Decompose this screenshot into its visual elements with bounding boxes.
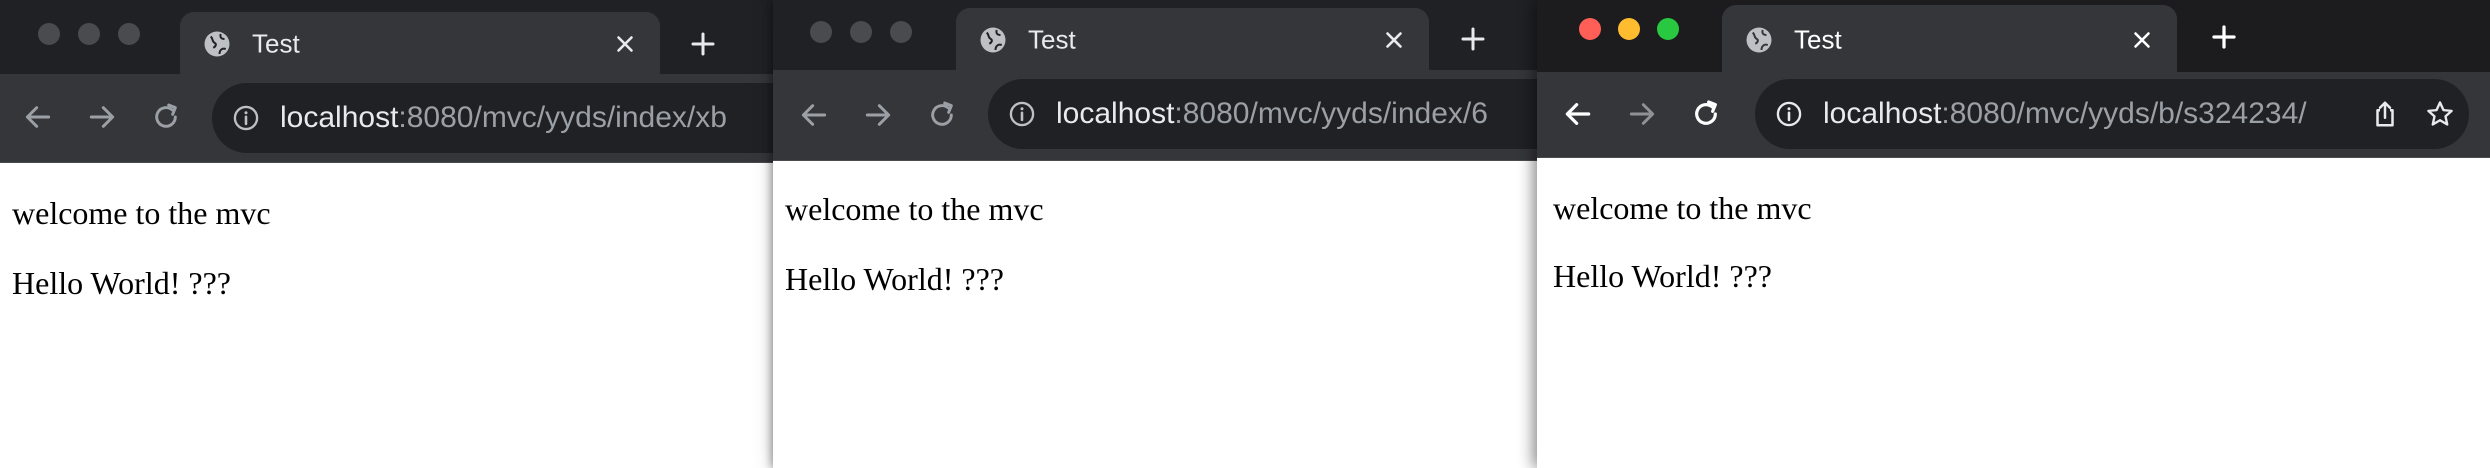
reload-icon[interactable] [150, 101, 182, 133]
title-bar: Test [773, 0, 1543, 74]
url-text: localhost:8080/mvc/yyds/b/s324234/ [1823, 97, 2307, 131]
zoom-window-button[interactable] [1657, 18, 1679, 40]
plus-icon[interactable] [1458, 24, 1488, 54]
url-path: :8080/mvc/yyds/index/6 [1174, 97, 1488, 130]
hello-text: Hello World! ??? [785, 261, 1004, 297]
close-window-button[interactable] [810, 21, 832, 43]
title-bar: Test [0, 0, 780, 76]
url-path: :8080/mvc/yyds/index/xb [398, 101, 727, 134]
welcome-text: welcome to the mvc [785, 191, 1044, 227]
plus-icon[interactable] [688, 29, 718, 59]
info-icon[interactable] [1008, 100, 1036, 128]
back-arrow-icon[interactable] [798, 99, 830, 131]
window-controls [1579, 18, 1679, 40]
toolbar: localhost:8080/mvc/yyds/index/xb [0, 74, 780, 163]
forward-arrow-icon[interactable] [86, 101, 118, 133]
forward-arrow-icon[interactable] [862, 99, 894, 131]
tab-title: Test [1794, 24, 1842, 55]
browser-tab[interactable]: Test [956, 8, 1429, 72]
url-host: localhost [1056, 97, 1175, 130]
url-text: localhost:8080/mvc/yyds/index/xb [280, 101, 727, 135]
browser-window-1: Test localhost:8080/mvc/yyds/index/xb we… [0, 0, 780, 468]
hello-text: Hello World! ??? [1553, 258, 1772, 294]
title-bar: Test [1537, 0, 2490, 75]
zoom-window-button[interactable] [890, 21, 912, 43]
hello-text: Hello World! ??? [12, 265, 231, 301]
globe-icon [204, 31, 230, 57]
address-bar[interactable]: localhost:8080/mvc/yyds/index/xb [212, 83, 780, 153]
window-controls [810, 21, 912, 43]
browser-tab[interactable]: Test [180, 12, 660, 76]
back-arrow-icon[interactable] [1562, 98, 1594, 130]
info-icon[interactable] [1775, 100, 1803, 128]
globe-icon [1746, 27, 1772, 53]
tab-title: Test [252, 28, 300, 59]
forward-arrow-icon[interactable] [1626, 98, 1658, 130]
minimize-window-button[interactable] [850, 21, 872, 43]
close-window-button[interactable] [1579, 18, 1601, 40]
address-bar[interactable]: localhost:8080/mvc/yyds/b/s324234/ [1755, 79, 2469, 149]
url-path: :8080/mvc/yyds/b/s324234/ [1941, 97, 2307, 130]
reload-icon[interactable] [926, 99, 958, 131]
info-icon[interactable] [232, 104, 260, 132]
window-controls [38, 23, 140, 45]
url-host: localhost [280, 101, 399, 134]
browser-tab[interactable]: Test [1722, 5, 2177, 75]
welcome-text: welcome to the mvc [1553, 190, 1812, 226]
address-bar[interactable]: localhost:8080/mvc/yyds/index/6 [988, 79, 1543, 149]
plus-icon[interactable] [2209, 22, 2239, 52]
zoom-window-button[interactable] [118, 23, 140, 45]
browser-window-2: Test localhost:8080/mvc/yyds/index/6 wel… [773, 0, 1543, 468]
toolbar: localhost:8080/mvc/yyds/index/6 [773, 70, 1543, 161]
close-icon[interactable] [1381, 27, 1407, 53]
reload-icon[interactable] [1690, 98, 1722, 130]
star-icon[interactable] [2425, 99, 2455, 129]
close-icon[interactable] [2129, 27, 2155, 53]
share-icon[interactable] [2370, 99, 2400, 129]
url-host: localhost [1823, 97, 1942, 130]
close-icon[interactable] [612, 31, 638, 57]
minimize-window-button[interactable] [78, 23, 100, 45]
tab-title: Test [1028, 24, 1076, 55]
back-arrow-icon[interactable] [22, 101, 54, 133]
close-window-button[interactable] [38, 23, 60, 45]
browser-window-3: Test localhost:8080/mvc/yyds/b/s324234/ [1537, 0, 2490, 468]
toolbar: localhost:8080/mvc/yyds/b/s324234/ [1537, 72, 2490, 158]
welcome-text: welcome to the mvc [12, 195, 271, 231]
url-text: localhost:8080/mvc/yyds/index/6 [1056, 97, 1488, 131]
globe-icon [980, 27, 1006, 53]
minimize-window-button[interactable] [1618, 18, 1640, 40]
